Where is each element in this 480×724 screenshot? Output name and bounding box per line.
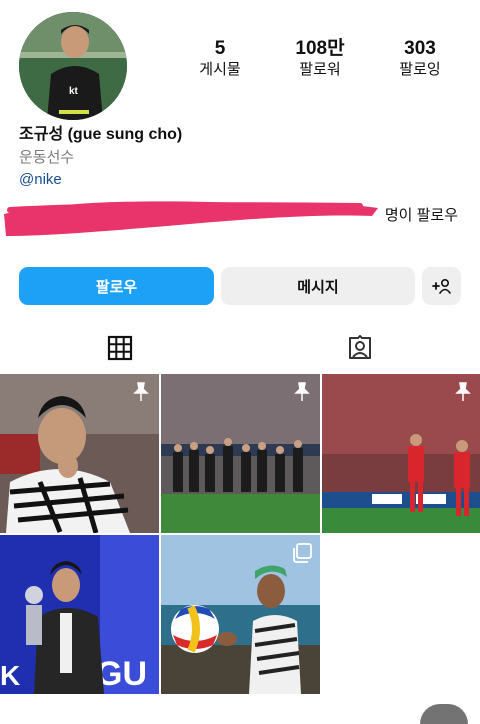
post-tile[interactable] <box>0 374 159 533</box>
following-count: 303 <box>404 38 436 59</box>
followed-by-text: 명이 팔로우 <box>384 207 458 224</box>
profile-bio: 조규성 (gue sung cho) 운동선수 @nike <box>19 124 459 190</box>
follow-button[interactable]: 팔로우 <box>19 267 214 305</box>
add-person-icon <box>431 278 451 294</box>
posts-count: 5 <box>214 38 226 59</box>
svg-text:kt: kt <box>69 86 79 97</box>
profile-header: kt 5 게시물 108만 팔로워 303 팔로잉 <box>0 0 480 120</box>
svg-text:GU: GU <box>96 655 147 693</box>
followers-stat[interactable]: 108만 팔로워 <box>272 38 368 80</box>
post-tile[interactable] <box>322 374 480 533</box>
post-tile[interactable]: GU K <box>0 535 159 694</box>
followed-by-row[interactable]: 명이 팔로우 <box>0 196 480 242</box>
tab-posts-grid[interactable] <box>0 326 240 370</box>
following-stat[interactable]: 303 팔로잉 <box>372 38 468 80</box>
post-image: GU K <box>0 535 159 694</box>
pinned-icon <box>455 382 471 401</box>
following-label: 팔로잉 <box>399 61 441 78</box>
pinned-icon <box>294 382 310 401</box>
suggested-accounts-button[interactable] <box>422 267 461 305</box>
post-tile[interactable] <box>161 374 320 533</box>
followers-label: 팔로워 <box>299 61 341 78</box>
profile-category: 운동선수 <box>19 149 75 166</box>
profile-stats: 5 게시물 108만 팔로워 303 팔로잉 <box>170 38 470 80</box>
posts-grid: GU K <box>0 374 480 724</box>
multi-photo-icon <box>293 543 312 563</box>
post-tile[interactable] <box>161 535 320 694</box>
profile-tabs <box>0 326 480 370</box>
tagged-person-icon <box>349 335 371 359</box>
profile-name: 조규성 (gue sung cho) <box>19 126 183 143</box>
profile-link[interactable]: @nike <box>19 169 459 190</box>
profile-avatar[interactable]: kt <box>19 12 127 120</box>
tab-tagged[interactable] <box>240 326 480 370</box>
posts-label: 게시물 <box>199 61 241 78</box>
message-button[interactable]: 메시지 <box>221 267 415 305</box>
grid-icon <box>107 335 133 361</box>
pinned-icon <box>133 382 149 401</box>
profile-actions: 팔로우 메시지 <box>19 267 461 305</box>
followers-count: 108만 <box>295 38 345 59</box>
posts-stat[interactable]: 5 게시물 <box>172 38 268 80</box>
svg-text:K: K <box>0 660 20 691</box>
